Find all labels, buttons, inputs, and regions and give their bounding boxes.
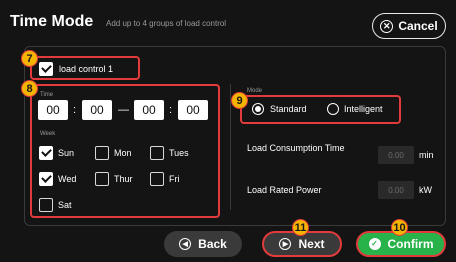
- time-mode-screen: Time Mode Add up to 4 groups of load con…: [0, 0, 456, 262]
- power-label: Load Rated Power: [247, 185, 322, 195]
- end-hour-input[interactable]: 00: [134, 100, 164, 120]
- day-label-mon: Mon: [114, 148, 132, 158]
- cancel-label: Cancel: [398, 19, 438, 33]
- day-label-tues: Tues: [169, 148, 189, 158]
- day-label-sun: Sun: [58, 148, 75, 158]
- day-checkbox-sun[interactable]: [39, 146, 53, 160]
- back-label: Back: [198, 237, 227, 251]
- mode-standard-label: Standard: [270, 104, 307, 114]
- time-dash: —: [118, 104, 129, 116]
- load-control-label: load control 1: [59, 64, 114, 74]
- step-badge-10: 10: [391, 219, 408, 236]
- end-min-input[interactable]: 00: [178, 100, 208, 120]
- day-label-wed: Wed: [58, 174, 77, 184]
- mode-intelligent-label: Intelligent: [344, 104, 383, 114]
- day-label-fri: Fri: [169, 174, 180, 184]
- day-checkbox-tues[interactable]: [150, 146, 164, 160]
- day-checkbox-thur[interactable]: [95, 172, 109, 186]
- step-badge-9: 9: [231, 92, 248, 109]
- step-badge-11: 11: [292, 219, 309, 236]
- mode-standard-radio[interactable]: [252, 103, 264, 115]
- back-button[interactable]: ◀ Back: [164, 231, 242, 257]
- time-label: Time: [40, 92, 54, 98]
- consumption-value-input[interactable]: 0.00: [378, 146, 414, 164]
- start-min-input[interactable]: 00: [82, 100, 112, 120]
- step-badge-8: 8: [21, 80, 38, 97]
- day-checkbox-fri[interactable]: [150, 172, 164, 186]
- page-subtitle: Add up to 4 groups of load control: [106, 19, 227, 28]
- consumption-unit: min: [419, 150, 434, 160]
- load-control-checkbox[interactable]: [39, 62, 53, 76]
- time-colon-1: :: [73, 104, 77, 116]
- confirm-label: Confirm: [387, 237, 434, 251]
- mode-label: Mode: [247, 88, 263, 94]
- start-hour-input[interactable]: 00: [38, 100, 68, 120]
- power-unit: kW: [419, 185, 432, 195]
- cancel-button[interactable]: ✕ Cancel: [372, 13, 446, 39]
- next-label: Next: [298, 237, 325, 251]
- time-colon-2: :: [169, 104, 173, 116]
- day-label-thur: Thur: [114, 174, 133, 184]
- day-checkbox-mon[interactable]: [95, 146, 109, 160]
- week-label: Week: [40, 131, 56, 137]
- chevron-left-icon: ◀: [179, 238, 192, 250]
- check-icon: ✓: [368, 238, 381, 250]
- step-badge-7: 7: [21, 50, 38, 67]
- close-icon: ✕: [380, 19, 394, 33]
- consumption-label: Load Consumption Time: [247, 143, 345, 153]
- power-value-input[interactable]: 0.00: [378, 181, 414, 199]
- page-title: Time Mode: [10, 13, 94, 30]
- chevron-right-icon: ▶: [279, 238, 292, 250]
- day-label-sat: Sat: [58, 200, 72, 210]
- mode-intelligent-radio[interactable]: [327, 103, 339, 115]
- day-checkbox-sat[interactable]: [39, 198, 53, 212]
- day-checkbox-wed[interactable]: [39, 172, 53, 186]
